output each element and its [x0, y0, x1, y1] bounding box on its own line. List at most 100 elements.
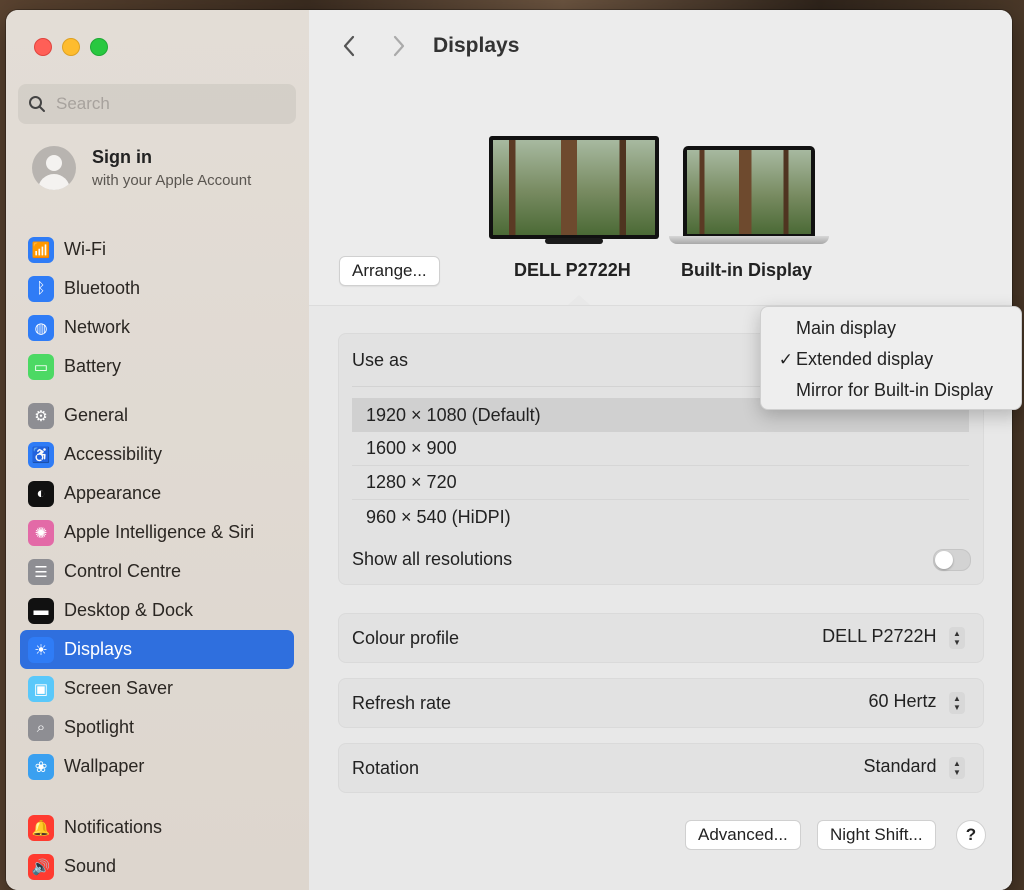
forward-button[interactable] [391, 34, 407, 65]
search-field[interactable] [18, 84, 296, 124]
sidebar-item-label: Apple Intelligence & Siri [64, 522, 255, 542]
sidebar-item-label: General [64, 405, 129, 425]
updown-chevron-icon: ▲ ▼ [949, 626, 965, 649]
sidebar-item-label: Accessibility [64, 444, 163, 464]
avatar [32, 146, 76, 190]
sidebar-item-spotlight[interactable]: ⌕ Spotlight [20, 708, 294, 747]
monitor-stand [545, 238, 603, 244]
sidebar-item-label: Sound [64, 856, 117, 876]
builtin-display-label: Built-in Display [681, 260, 813, 280]
globe-icon: ◍ [28, 314, 54, 341]
sidebar-item-desktop-dock[interactable]: ▬ Desktop & Dock [20, 591, 294, 630]
menu-item-extended-display[interactable]: ✓ Extended display [761, 344, 1021, 375]
account-subtitle: with your Apple Account [92, 172, 252, 189]
sidebar-item-wallpaper[interactable]: ❀ Wallpaper [20, 747, 294, 786]
arrange-button[interactable]: Arrange... [339, 256, 440, 286]
colour-profile-select[interactable]: DELL P2722H ▲ ▼ [822, 626, 965, 649]
sidebar-group: 📶 Wi-Fi ᛒ Bluetooth ◍ Network ▭ Battery [20, 230, 294, 386]
chevron-left-icon [343, 35, 355, 57]
show-all-resolutions-toggle[interactable] [933, 549, 971, 571]
sidebar: Sign in with your Apple Account 📶Wi-FiᛒB… [6, 10, 310, 890]
sidebar-item-bluetooth[interactable]: ᛒ Bluetooth [20, 269, 294, 308]
colour-profile-label: Colour profile [352, 628, 460, 648]
close-window-button[interactable] [34, 38, 52, 56]
settings-window: Sign in with your Apple Account 📶Wi-FiᛒB… [6, 10, 1012, 890]
resolution-list: 1920 × 1080 (Default) 1600 × 900 1280 × 72… [352, 398, 969, 534]
appearance-icon: ◐ [28, 480, 54, 507]
sidebar-item-control-centre[interactable]: ☰ Control Centre [20, 552, 294, 591]
sidebar-item-label: Appearance [64, 483, 162, 503]
show-all-resolutions-label: Show all resolutions [352, 549, 513, 569]
sidebar-item-wi-fi[interactable]: 📶 Wi-Fi [20, 230, 294, 269]
checkmark-icon: ✓ [778, 349, 793, 369]
gear-icon: ⚙ [28, 402, 54, 429]
sidebar-item-battery[interactable]: ▭ Battery [20, 347, 294, 386]
sidebar-item-label: Network [64, 317, 131, 337]
resolution-option[interactable]: 1600 × 900 [352, 432, 969, 466]
window-controls [34, 38, 108, 56]
sidebar-item-notifications[interactable]: 🔔 Notifications [20, 808, 294, 847]
speaker-icon: 🔊 [28, 853, 54, 880]
rotation-select[interactable]: Standard ▲ ▼ [863, 756, 965, 779]
search-input[interactable] [54, 93, 278, 115]
sidebar-item-label: Displays [64, 639, 133, 659]
menu-item-label: Mirror for Built-in Display [796, 380, 994, 400]
use-as-menu: Main display ✓ Extended display Mirror for … [760, 306, 1022, 410]
sidebar-group: 🔔 Notifications 🔊 Sound [20, 808, 294, 886]
updown-chevron-icon: ▲ ▼ [949, 756, 965, 779]
sidebar-item-appearance[interactable]: ◐ Appearance [20, 474, 294, 513]
zoom-window-button[interactable] [90, 38, 108, 56]
sidebar-item-apple-intelligence-siri[interactable]: ✺ Apple Intelligence & Siri [20, 513, 294, 552]
rotation-value: Standard [863, 756, 937, 776]
accessibility-icon: ♿ [28, 441, 54, 468]
colour-profile-row: Colour profile DELL P2722H ▲ ▼ [338, 613, 984, 663]
menu-item-label: Extended display [796, 349, 934, 369]
sidebar-item-sound[interactable]: 🔊 Sound [20, 847, 294, 886]
account-signin[interactable]: Sign in with your Apple Account [32, 146, 251, 190]
chevron-right-icon [393, 35, 405, 57]
sidebar-item-label: Wi-Fi [64, 239, 106, 259]
sidebar-item-general[interactable]: ⚙ General [20, 396, 294, 435]
resolution-option[interactable]: 960 × 540 (HiDPI) [352, 500, 969, 534]
resolution-option[interactable]: 1280 × 720 [352, 466, 969, 500]
help-button[interactable]: ? [956, 820, 986, 850]
page-title: Displays [433, 34, 520, 57]
screensaver-icon: ▣ [28, 675, 54, 702]
main-pane: Displays Arrange... DELL P2722H Built-in… [309, 10, 1012, 890]
advanced-button[interactable]: Advanced... [685, 820, 801, 850]
sidebar-item-accessibility[interactable]: ♿ Accessibility [20, 435, 294, 474]
menu-item-mirror-for-built-in-display[interactable]: Mirror for Built-in Display [761, 375, 1021, 406]
sidebar-item-label: Desktop & Dock [64, 600, 194, 620]
dock-icon: ▬ [28, 597, 54, 624]
refresh-rate-label: Refresh rate [352, 693, 452, 713]
siri-icon: ✺ [28, 519, 54, 546]
battery-icon: ▭ [28, 353, 54, 380]
sidebar-item-screen-saver[interactable]: ▣ Screen Saver [20, 669, 294, 708]
night-shift-button[interactable]: Night Shift... [817, 820, 936, 850]
wallpaper-image [493, 140, 655, 235]
sidebar-item-label: Control Centre [64, 561, 182, 581]
minimize-window-button[interactable] [62, 38, 80, 56]
rotation-row: Rotation Standard ▲ ▼ [338, 743, 984, 793]
sidebar-item-label: Screen Saver [64, 678, 174, 698]
search-icon [29, 96, 45, 112]
refresh-rate-select[interactable]: 60 Hertz ▲ ▼ [869, 691, 965, 714]
refresh-rate-value: 60 Hertz [868, 691, 937, 711]
external-display-label: DELL P2722H [514, 260, 631, 280]
refresh-rate-row: Refresh rate 60 Hertz ▲ ▼ [338, 678, 984, 728]
updown-chevron-icon: ▲ ▼ [949, 691, 965, 714]
back-button[interactable] [341, 34, 357, 65]
account-title: Sign in [92, 147, 152, 167]
rotation-label: Rotation [352, 758, 420, 778]
use-as-label: Use as [352, 350, 409, 370]
menu-item-main-display[interactable]: Main display [761, 313, 1021, 344]
sidebar-group: ⚙ General ♿ Accessibility ◐ Appearance ✺ Apple … [20, 396, 294, 786]
sun-icon: ☀ [28, 636, 54, 663]
bluetooth-icon: ᛒ [28, 275, 54, 302]
magnifier-icon: ⌕ [28, 714, 54, 741]
sidebar-item-displays[interactable]: ☀ Displays [20, 630, 294, 669]
sidebar-item-network[interactable]: ◍ Network [20, 308, 294, 347]
sidebar-item-label: Battery [64, 356, 122, 376]
bell-icon: 🔔 [28, 814, 54, 841]
sidebar-item-label: Wallpaper [64, 756, 145, 776]
